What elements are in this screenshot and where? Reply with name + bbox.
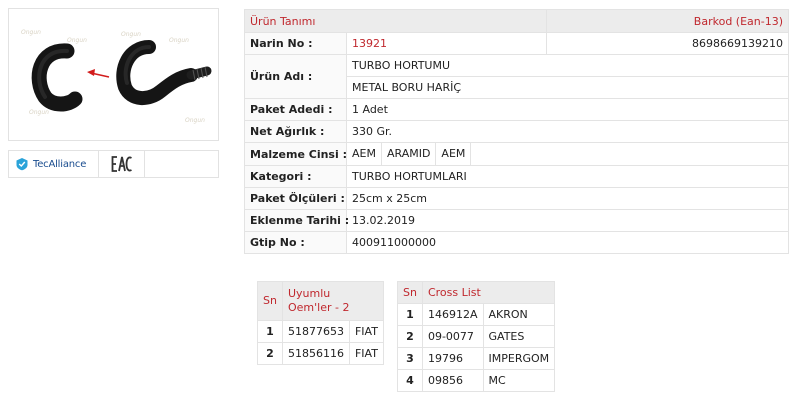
oem-title-line2: Oem'ler - 2 [287, 301, 350, 314]
paket-adedi-value: 1 Adet [345, 98, 790, 121]
net-agirlik-value: 330 Gr. [345, 120, 790, 143]
gtip-label: Gtip No : [244, 231, 347, 254]
olculer-label: Paket Ölçüleri : [244, 187, 347, 210]
product-info-table: Ürün Tanımı Barkod (Ean-13) Narin No : 1… [243, 9, 790, 254]
cross-sn: 2 [397, 325, 423, 348]
table-row[interactable]: 2 09-0077 GATES [397, 325, 556, 348]
eac-logo [99, 151, 145, 177]
info-row-kategori: Kategori : TURBO HORTUMLARI [244, 165, 790, 188]
info-row-urun-adi-1: Ürün Adı : TURBO HORTUMU [244, 54, 790, 99]
info-row-malzeme: Malzeme Cinsi : AEM ARAMID AEM [244, 142, 790, 166]
malzeme-chip: ARAMID [382, 143, 437, 165]
tecalliance-label: TecAlliance [33, 158, 87, 170]
cross-brand: MC [482, 369, 556, 392]
table-row[interactable]: 3 19796 IMPERGOM [397, 347, 556, 370]
oem-title: Uyumlu Oem'ler - 2 [281, 281, 384, 321]
eklenme-label: Eklenme Tarihi : [244, 209, 349, 232]
oem-sn-header: Sn [257, 281, 283, 321]
info-row-narin: Narin No : 13921 8698669139210 [244, 32, 790, 55]
watermark-text: Ongun [121, 31, 141, 38]
watermark-text: Ongun [21, 29, 41, 36]
product-definition-header: Ürün Tanımı [243, 9, 548, 33]
cross-sn: 1 [397, 303, 423, 326]
info-row-net-agirlik: Net Ağırlık : 330 Gr. [244, 120, 790, 143]
cross-header-row: Sn Cross List [397, 281, 556, 304]
cross-title: Cross List [421, 281, 556, 304]
oem-code[interactable]: 51877653 [281, 320, 350, 343]
oem-brand: FIAT [348, 320, 384, 343]
oem-code[interactable]: 51856116 [281, 342, 350, 365]
oem-header-row: Sn Uyumlu Oem'ler - 2 [257, 281, 384, 321]
product-image[interactable]: Ongun Ongun Ongun Ongun Ongun Ongun [8, 8, 219, 141]
oem-title-line1: Uyumlu [287, 287, 331, 300]
table-row[interactable]: 1 146912A AKRON [397, 303, 556, 326]
gtip-value: 400911000000 [345, 231, 790, 254]
barcode-value: 8698669139210 [546, 32, 790, 55]
cross-code[interactable]: 09856 [421, 369, 484, 392]
kategori-value[interactable]: TURBO HORTUMLARI [345, 165, 790, 188]
tecalliance-logo[interactable]: TecAlliance [9, 151, 99, 177]
watermark-text: Ongun [29, 109, 49, 116]
cross-sn-header: Sn [397, 281, 423, 304]
cross-code[interactable]: 09-0077 [421, 325, 484, 348]
net-agirlik-label: Net Ağırlık : [244, 120, 347, 143]
malzeme-label: Malzeme Cinsi : [244, 142, 347, 166]
malzeme-chip: AEM [436, 143, 472, 165]
cross-brand: IMPERGOM [482, 347, 556, 370]
eklenme-value: 13.02.2019 [345, 209, 790, 232]
cross-sn: 4 [397, 369, 423, 392]
info-row-olculer: Paket Ölçüleri : 25cm x 25cm [244, 187, 790, 210]
oem-sn: 1 [257, 320, 283, 343]
watermark-text: Ongun [169, 37, 189, 44]
cross-code[interactable]: 19796 [421, 347, 484, 370]
compatible-oem-table: Sn Uyumlu Oem'ler - 2 1 51877653 FIAT 2 … [257, 281, 384, 365]
olculer-value: 25cm x 25cm [345, 187, 790, 210]
narin-value: 13921 [345, 32, 548, 55]
info-row-eklenme: Eklenme Tarihi : 13.02.2019 [244, 209, 790, 232]
brand-logos: TecAlliance [8, 150, 219, 178]
urun-adi-line1: TURBO HORTUMU [345, 54, 790, 77]
oem-brand: FIAT [348, 342, 384, 365]
barcode-header: Barkod (Ean-13) [546, 9, 790, 33]
cross-sn: 3 [397, 347, 423, 370]
malzeme-chip: AEM [347, 143, 382, 165]
paket-adedi-label: Paket Adedi : [244, 98, 347, 121]
narin-label: Narin No : [244, 32, 347, 55]
urun-adi-label: Ürün Adı : [244, 54, 347, 99]
table-row[interactable]: 1 51877653 FIAT [257, 320, 384, 343]
cross-list-table: Sn Cross List 1 146912A AKRON 2 09-0077 … [397, 281, 556, 392]
malzeme-values: AEM ARAMID AEM [345, 142, 790, 166]
info-header-row: Ürün Tanımı Barkod (Ean-13) [243, 9, 790, 33]
cross-code[interactable]: 146912A [421, 303, 484, 326]
cross-brand: AKRON [482, 303, 556, 326]
table-row[interactable]: 4 09856 MC [397, 369, 556, 392]
watermark-text: Ongun [185, 117, 205, 124]
oem-sn: 2 [257, 342, 283, 365]
urun-adi-line2: METAL BORU HARİÇ [345, 76, 790, 99]
table-row[interactable]: 2 51856116 FIAT [257, 342, 384, 365]
eac-mark-icon [111, 156, 132, 172]
cross-brand: GATES [482, 325, 556, 348]
info-row-paket-adedi: Paket Adedi : 1 Adet [244, 98, 790, 121]
watermark-text: Ongun [67, 37, 87, 44]
tecalliance-shield-icon [16, 158, 28, 171]
info-row-gtip: Gtip No : 400911000000 [244, 231, 790, 254]
kategori-label: Kategori : [244, 165, 347, 188]
